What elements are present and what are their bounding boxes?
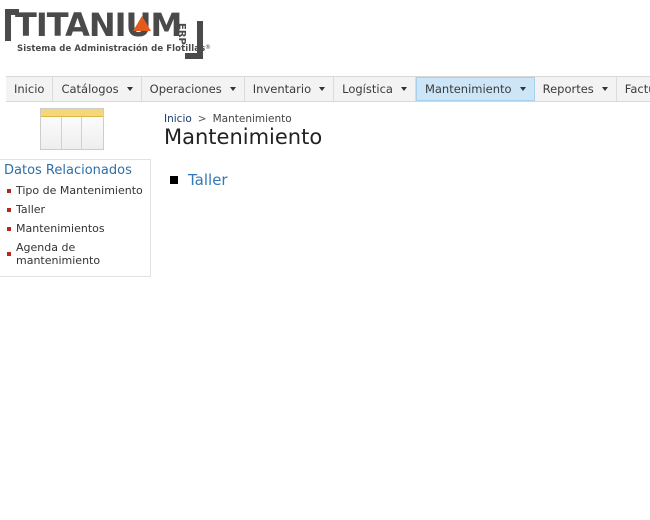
caret-down-icon [601,87,608,91]
logo-triangle-icon [133,16,151,31]
nav-operaciones[interactable]: Operaciones [142,77,245,101]
site-icon-divider [61,117,62,150]
breadcrumb-separator: > [197,113,207,125]
nav-catalogos[interactable]: Catálogos [53,77,142,101]
top-navigation: Inicio Catálogos Operaciones Inventario … [6,76,650,102]
logo-registered: ® [205,44,211,51]
logo-subtitle: Sistema de Administración de Flotillas [17,44,206,54]
nav-inicio[interactable]: Inicio [6,77,54,101]
square-bullet-icon [170,176,178,184]
nav-label: Facturación [624,82,650,96]
caret-down-icon [400,87,407,91]
related-item-mantenimientos[interactable]: Mantenimientos [6,222,146,235]
titanium-logo[interactable]: TITANIUM ERP Sistema de Administración d… [5,7,215,67]
related-item-tipo-mantenimiento[interactable]: Tipo de Mantenimiento [6,184,146,197]
bullet-icon [7,227,11,231]
page-title: Mantenimiento [164,125,323,149]
caret-down-icon [519,87,526,91]
site-icon [40,108,104,150]
related-item-label: Tipo de Mantenimiento [16,184,143,197]
nav-inventario[interactable]: Inventario [245,77,335,101]
related-data-title: Datos Relacionados [4,163,132,178]
nav-label: Catálogos [61,82,119,96]
related-item-label: Taller [16,203,46,216]
bullet-icon [7,189,11,193]
bullet-icon [7,208,11,212]
breadcrumb: Inicio > Mantenimiento [164,113,292,125]
site-icon-bar [41,109,103,117]
bullet-icon [7,252,11,256]
nav-reportes[interactable]: Reportes [535,77,617,101]
caret-down-icon [126,87,133,91]
caret-down-icon [319,87,326,91]
taller-link[interactable]: Taller [188,171,228,189]
related-data-panel: Datos Relacionados Tipo de Mantenimiento… [0,159,151,277]
nav-logistica[interactable]: Logística [334,77,416,101]
nav-label: Inicio [14,82,45,96]
header: TITANIUM ERP Sistema de Administración d… [0,0,650,74]
content-list-item: Taller [170,171,228,189]
nav-label: Logística [342,82,393,96]
site-icon-divider [81,117,82,150]
related-data-list: Tipo de Mantenimiento Taller Mantenimien… [6,184,146,273]
related-item-agenda[interactable]: Agenda de mantenimiento [6,241,146,267]
nav-label: Inventario [252,82,312,96]
related-item-label: Agenda de mantenimiento [16,241,101,267]
nav-mantenimiento[interactable]: Mantenimiento [415,77,535,101]
logo-wordmark: TITANIUM [15,6,182,44]
nav-label: Operaciones [149,82,222,96]
breadcrumb-home-link[interactable]: Inicio [164,113,192,125]
related-item-taller[interactable]: Taller [6,203,146,216]
nav-label: Reportes [542,82,594,96]
related-item-label: Mantenimientos [16,222,105,235]
nav-label: Mantenimiento [424,82,512,96]
breadcrumb-current: Mantenimiento [212,113,292,125]
caret-down-icon [229,87,236,91]
nav-facturacion[interactable]: Facturación [617,77,650,101]
logo-erp: ERP [176,23,187,45]
